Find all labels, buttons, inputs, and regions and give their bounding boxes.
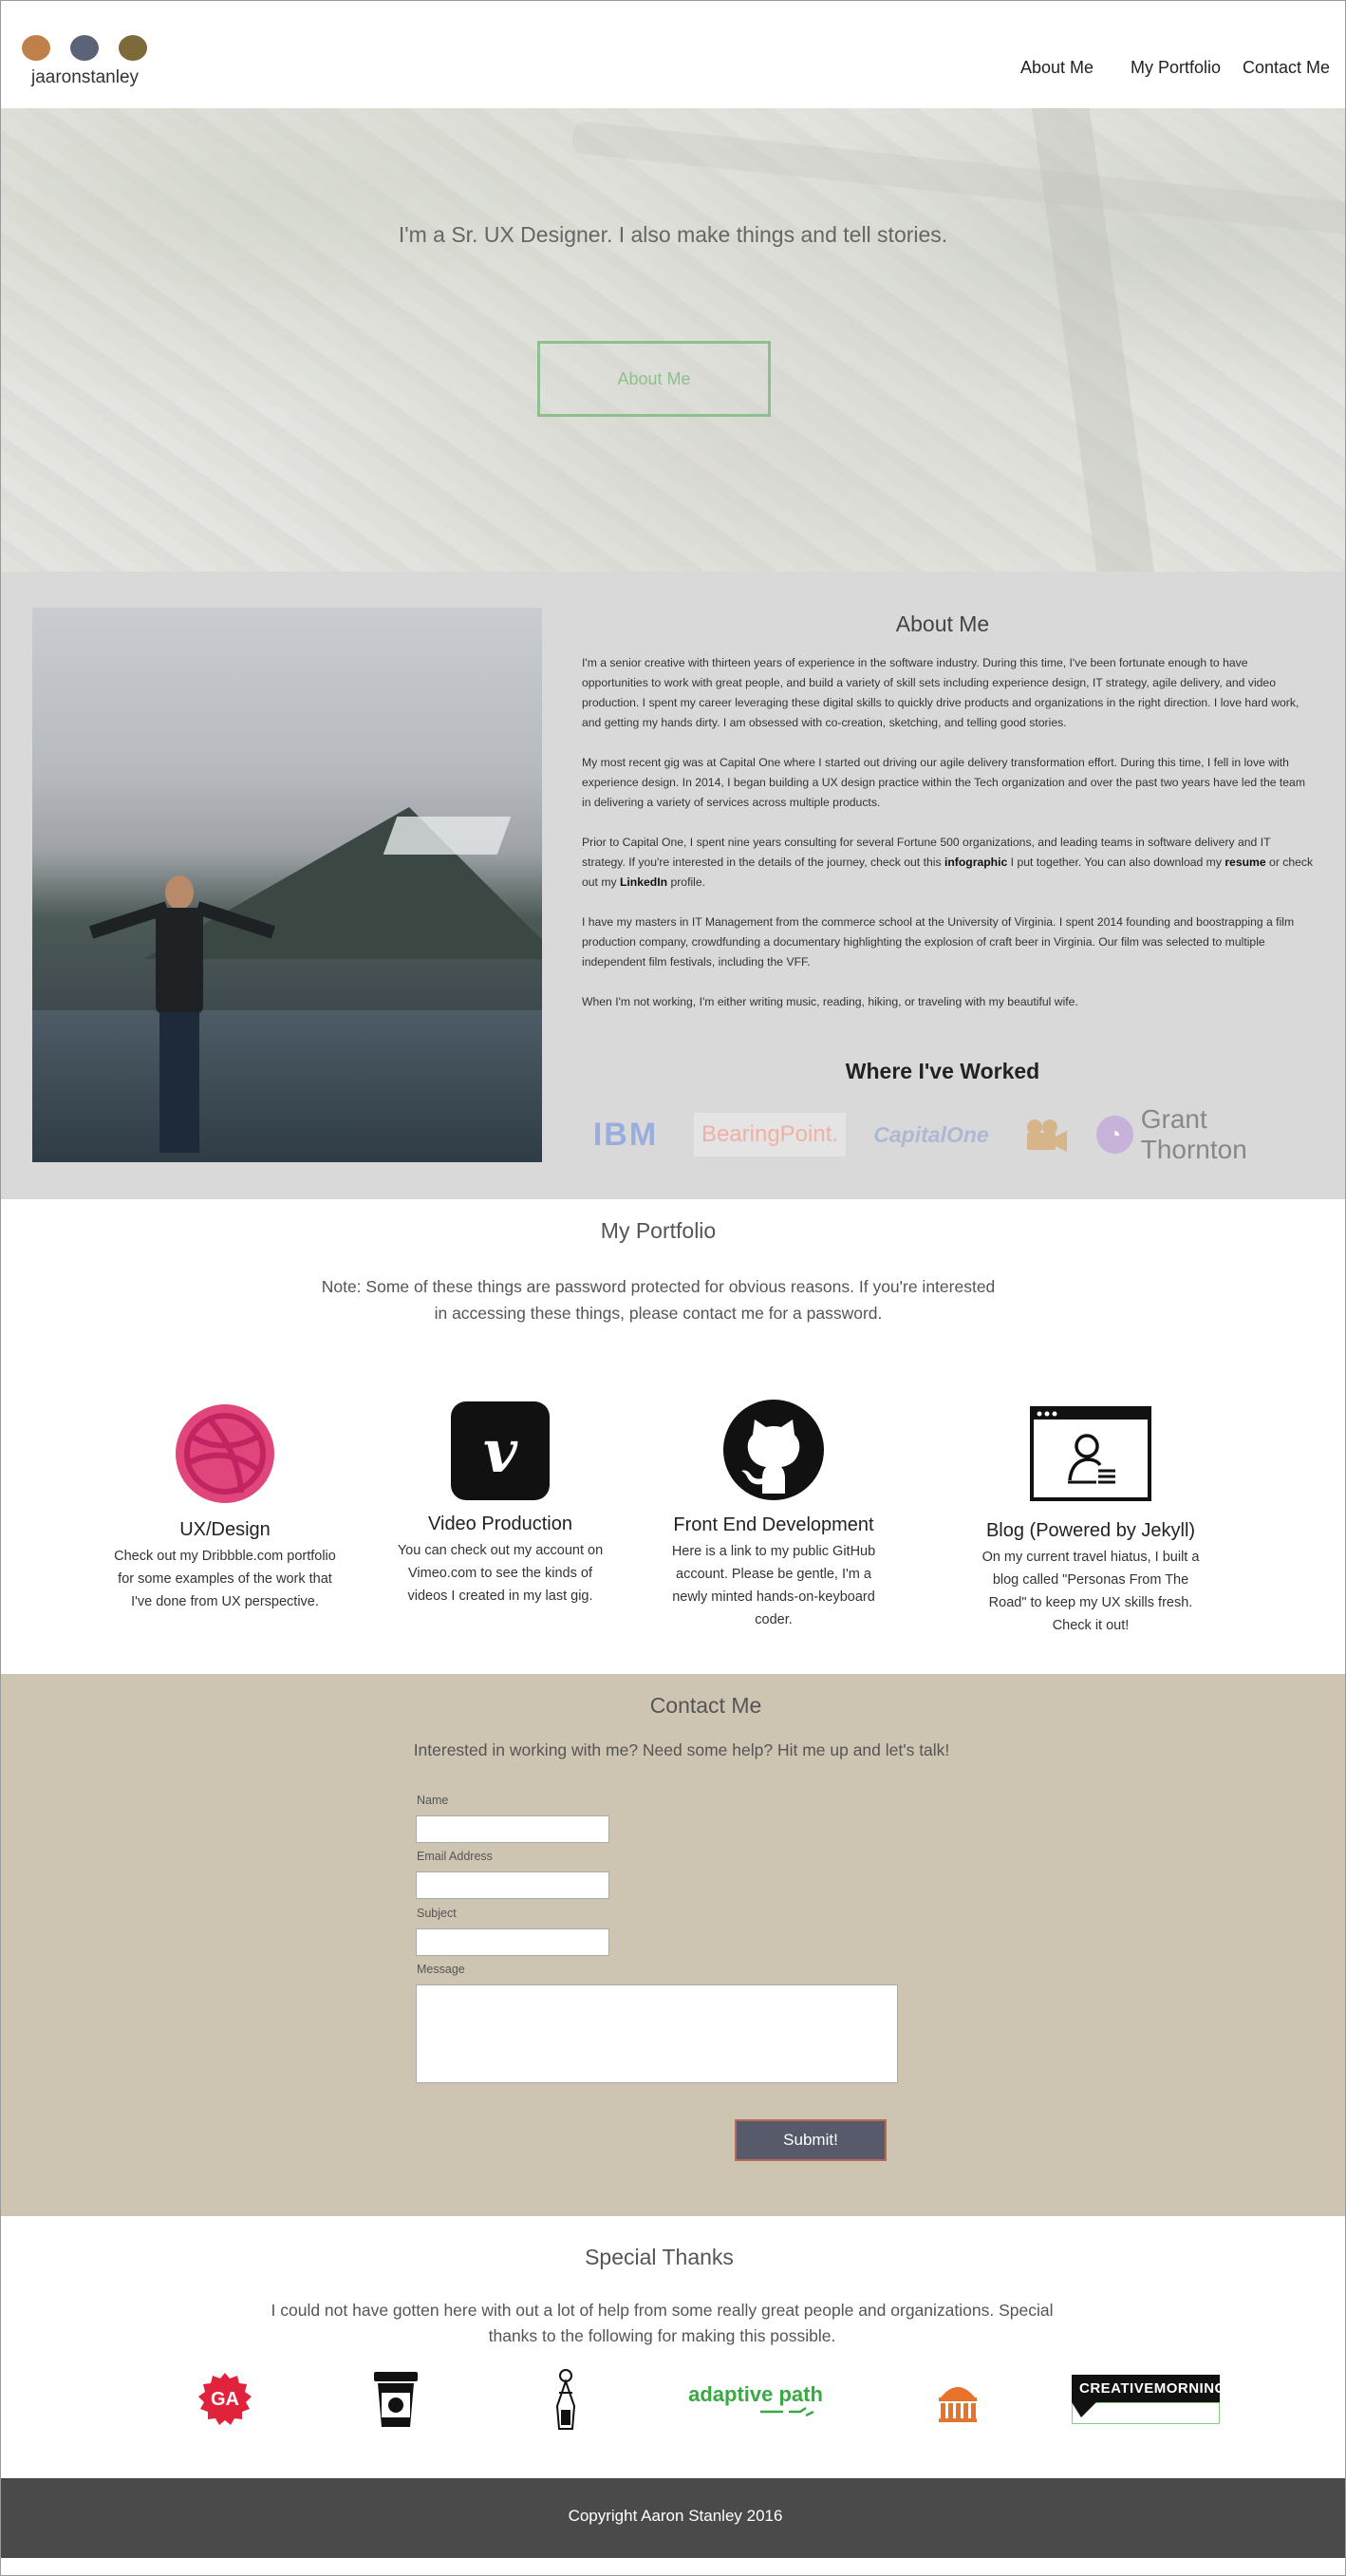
brand-dot-orange — [22, 35, 50, 61]
portfolio-item-front-end[interactable]: Front End Development Here is a link to … — [649, 1399, 898, 1631]
special-thanks-section: Special Thanks I could not have gotten h… — [1, 2216, 1345, 2478]
bearingpoint-logo: BearingPoint. — [694, 1113, 846, 1156]
profile-photo — [32, 608, 542, 1162]
blog-icon[interactable] — [1030, 1406, 1151, 1501]
name-field[interactable] — [416, 1815, 609, 1843]
submit-button[interactable]: Submit! — [735, 2119, 887, 2161]
ibm-logo: IBM — [582, 1111, 669, 1158]
vimeo-icon[interactable]: v — [451, 1401, 550, 1500]
portfolio-caption: Front End Development — [673, 1514, 874, 1535]
capitalone-logo: CapitalOne — [873, 1121, 989, 1147]
about-paragraph: When I'm not working, I'm either writing… — [582, 995, 1078, 1008]
about-paragraph: Prior to Capital One, I spent nine years… — [582, 836, 1314, 889]
portfolio-item-ux-design[interactable]: UX/Design Check out my Dribbble.com port… — [107, 1401, 343, 1613]
adaptive-path-logo: adaptive path — [684, 2368, 827, 2431]
email-label: Email Address — [417, 1850, 493, 1863]
github-icon[interactable] — [722, 1399, 825, 1501]
name-label: Name — [417, 1794, 449, 1807]
portfolio-description: On my current travel hiatus, I built a b… — [981, 1550, 1200, 1633]
contact-subtitle: Interested in working with me? Need some… — [413, 1740, 950, 1759]
portfolio-note: Note: Some of these things are password … — [321, 1277, 996, 1323]
about-title: About Me — [895, 611, 990, 636]
portfolio-caption: Video Production — [428, 1514, 572, 1534]
grantthornton-mark-icon: ◔ — [1096, 1116, 1133, 1154]
hero-tagline: I'm a Sr. UX Designer. I also make thing… — [398, 222, 948, 247]
hero-section: I'm a Sr. UX Designer. I also make thing… — [1, 108, 1345, 572]
brand-dot-slate — [70, 35, 99, 61]
creative-mornings-logo: CREATIVEMORNINGS — [1072, 2368, 1236, 2431]
contact-title: Contact Me — [649, 1693, 762, 1718]
portfolio-item-blog[interactable]: Blog (Powered by Jekyll) On my current t… — [962, 1406, 1220, 1637]
film-camera-icon — [1020, 1111, 1070, 1158]
about-section: About Me I'm a senior creative with thir… — [1, 572, 1345, 1199]
brand-name[interactable]: jaaronstanley — [31, 67, 139, 88]
coffee-cup-icon — [369, 2368, 422, 2431]
about-paragraph: I'm a senior creative with thirteen year… — [582, 656, 1299, 729]
site-header: jaaronstanley About Me My Portfolio Cont… — [1, 1, 1345, 108]
email-field[interactable] — [416, 1871, 609, 1899]
infographic-link[interactable]: infographic — [944, 856, 1007, 869]
portfolio-description: Check out my Dribbble.com portfolio for … — [114, 1549, 336, 1609]
portfolio-caption: Blog (Powered by Jekyll) — [985, 1520, 1196, 1541]
portfolio-title: My Portfolio — [600, 1218, 717, 1243]
general-assembly-logo: GA — [196, 2368, 254, 2431]
svg-text:v: v — [483, 1417, 518, 1486]
brand-dot-olive — [119, 35, 147, 61]
about-me-button[interactable]: About Me — [537, 341, 771, 417]
portfolio-description: You can check out my account on Vimeo.co… — [397, 1543, 604, 1604]
about-paragraph: I have my masters in IT Management from … — [582, 915, 1295, 968]
subject-label: Subject — [417, 1907, 457, 1920]
message-field[interactable] — [416, 1984, 898, 2083]
message-label: Message — [417, 1963, 465, 1976]
where-ive-worked-title: Where I've Worked — [845, 1059, 1040, 1083]
linkedin-link[interactable]: LinkedIn — [620, 875, 667, 889]
special-thanks-title: Special Thanks — [585, 2245, 734, 2269]
nav-about-me[interactable]: About Me — [1020, 58, 1115, 78]
brand-dots — [22, 35, 147, 61]
subject-field[interactable] — [416, 1928, 609, 1956]
portfolio-description: Here is a link to my public GitHub accou… — [671, 1544, 876, 1627]
portfolio-item-video-production[interactable]: v Video Production You can check out my … — [388, 1401, 612, 1608]
special-thanks-text: I could not have gotten here with out a … — [271, 2301, 1054, 2345]
rotunda-logo — [935, 2368, 981, 2431]
nav-contact-me[interactable]: Contact Me — [1243, 58, 1337, 78]
copyright-text: Copyright Aaron Stanley 2016 — [568, 2507, 783, 2525]
portfolio-section: My Portfolio Note: Some of these things … — [1, 1199, 1345, 1674]
resume-link[interactable]: resume — [1224, 856, 1265, 869]
site-footer: Copyright Aaron Stanley 2016 — [1, 2478, 1345, 2558]
employer-logos: IBM BearingPoint. CapitalOne ◔ Grant Tho… — [582, 1104, 1315, 1164]
grantthornton-logo: ◔ Grant Thornton — [1096, 1104, 1315, 1164]
about-paragraph: My most recent gig was at Capital One wh… — [582, 756, 1305, 809]
contact-section: Contact Me Interested in working with me… — [1, 1674, 1345, 2216]
nav-my-portfolio[interactable]: My Portfolio — [1131, 58, 1225, 78]
figure-illustration-icon — [550, 2368, 582, 2431]
dribbble-icon[interactable] — [173, 1401, 277, 1506]
about-body: I'm a senior creative with thirteen year… — [582, 653, 1315, 1032]
portfolio-caption: UX/Design — [179, 1519, 271, 1540]
